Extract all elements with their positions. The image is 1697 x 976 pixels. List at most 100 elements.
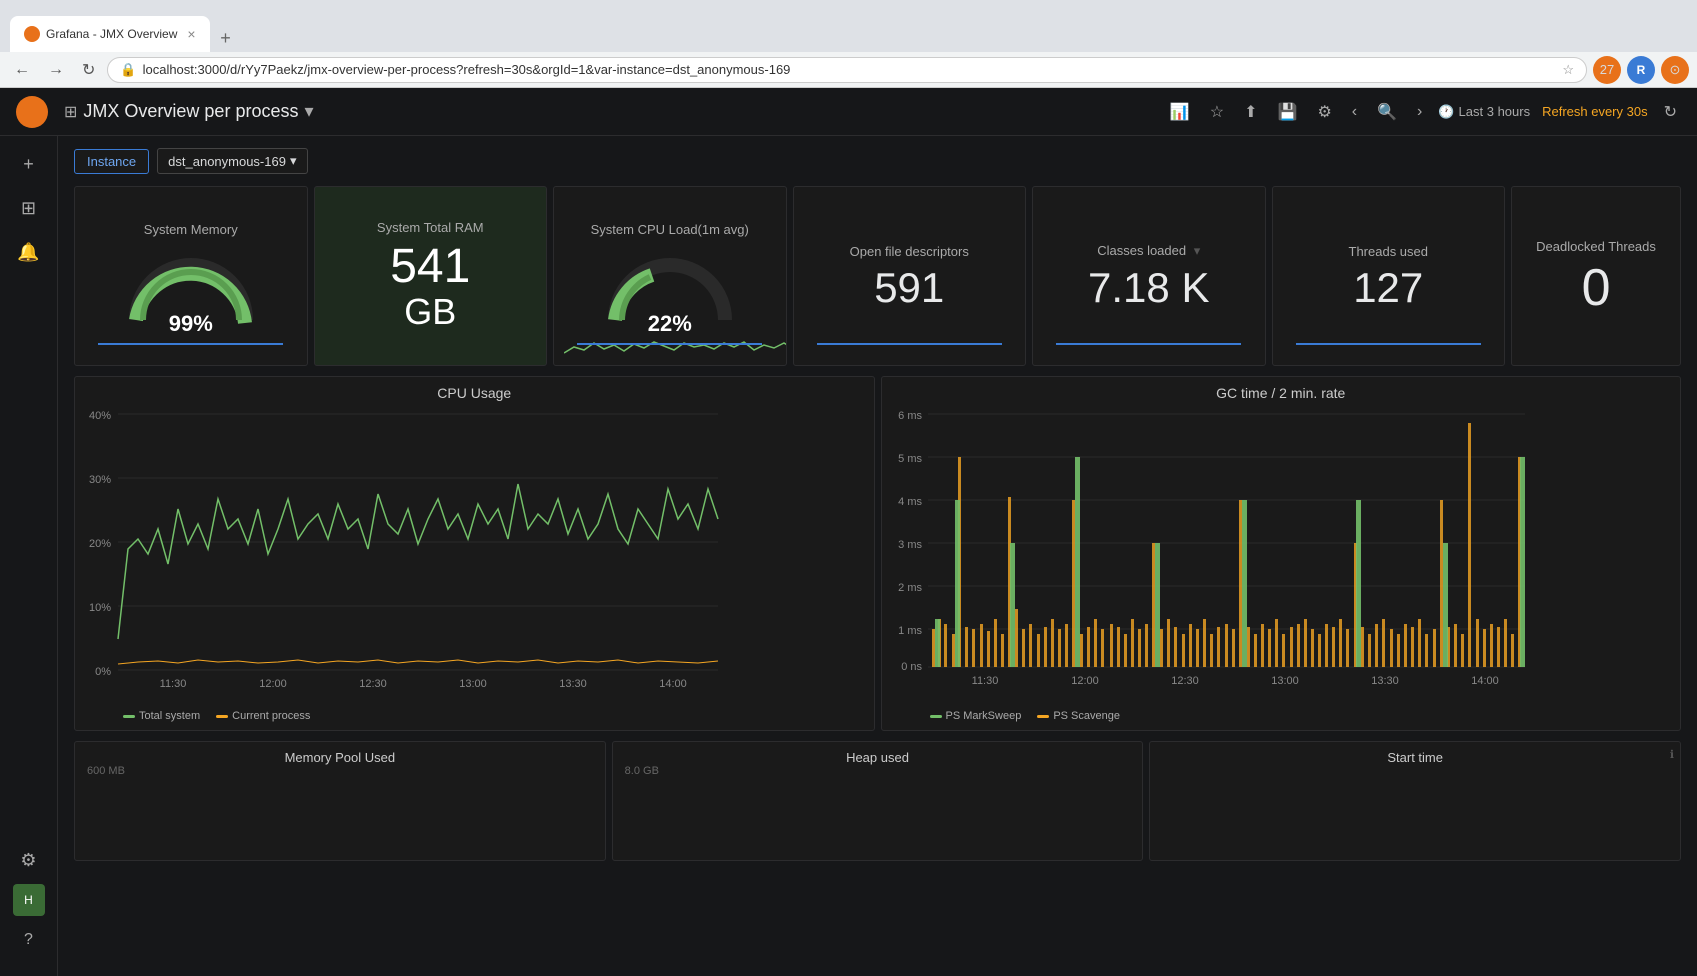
legend-total-system-dot — [123, 715, 135, 718]
url-input[interactable] — [143, 62, 1557, 77]
system-cpu-load-title: System CPU Load(1m avg) — [591, 222, 749, 237]
threads-used-title: Threads used — [1349, 244, 1429, 259]
open-file-descriptors-value: 591 — [874, 267, 944, 309]
svg-text:40%: 40% — [89, 410, 111, 422]
dashboard-grid-icon: ⊞ — [64, 102, 77, 122]
back-button[interactable]: ← — [8, 59, 36, 81]
grafana-logo[interactable] — [16, 96, 48, 128]
classes-loaded-info-icon[interactable]: ▾ — [1194, 243, 1201, 258]
search-button[interactable]: 🔍 — [1373, 98, 1401, 126]
system-memory-card: System Memory 99% — [74, 186, 308, 366]
user-avatar[interactable]: H — [13, 884, 45, 916]
svg-text:3 ms: 3 ms — [898, 539, 922, 551]
svg-text:11:30: 11:30 — [971, 675, 998, 687]
lock-icon: 🔒 — [120, 62, 136, 78]
next-button[interactable]: › — [1413, 99, 1426, 125]
start-time-title: Start time — [1158, 750, 1672, 765]
cpu-chart-legend: Total system Current process — [83, 710, 866, 722]
sidebar-item-dashboards[interactable]: ⊞ — [9, 188, 49, 228]
cpu-usage-title: CPU Usage — [83, 385, 866, 401]
share-button[interactable]: ⬆ — [1240, 98, 1261, 126]
sidebar-bottom: ⚙ H ? — [9, 840, 49, 968]
deadlocked-threads-card: Deadlocked Threads 0 — [1511, 186, 1681, 366]
browser-chrome: Grafana - JMX Overview × + — [0, 0, 1697, 52]
extensions-icon[interactable]: 27 — [1593, 56, 1621, 84]
legend-total-system: Total system — [123, 710, 200, 722]
sidebar-item-alerts[interactable]: 🔔 — [9, 232, 49, 272]
chrome-icon[interactable]: ⊙ — [1661, 56, 1689, 84]
svg-text:10%: 10% — [89, 602, 111, 614]
legend-ps-marksweep-label: PS MarkSweep — [946, 710, 1022, 722]
bookmark-icon[interactable]: ☆ — [1562, 62, 1574, 78]
memory-pool-panel: Memory Pool Used 600 MB — [74, 741, 606, 861]
cpu-usage-chart: 40% 30% 20% 10% 0% 11:30 — [83, 409, 723, 704]
legend-ps-marksweep-dot — [930, 715, 942, 718]
star-button[interactable]: ☆ — [1206, 98, 1228, 126]
cpu-usage-panel: CPU Usage 40% 30% 20% 10% 0% — [74, 376, 875, 731]
svg-text:14:00: 14:00 — [659, 678, 687, 690]
start-time-panel: ℹ Start time — [1149, 741, 1681, 861]
settings-button[interactable]: ⚙ — [1313, 98, 1335, 126]
instance-value: dst_anonymous-169 — [168, 154, 286, 169]
save-button[interactable]: 💾 — [1274, 98, 1302, 126]
tab-title: Grafana - JMX Overview — [46, 27, 177, 41]
svg-text:4 ms: 4 ms — [898, 496, 922, 508]
address-bar: 🔒 ☆ — [107, 57, 1587, 83]
header-actions: 📊 ☆ ⬆ 💾 ⚙ ‹ 🔍 › 🕐 Last 3 hours Refresh e… — [1166, 98, 1681, 126]
refresh-button[interactable]: ↻ — [1660, 98, 1681, 126]
new-tab-button[interactable]: + — [210, 24, 242, 52]
legend-ps-scavenge-dot — [1037, 715, 1049, 718]
sidebar-item-add[interactable]: + — [9, 144, 49, 184]
reload-button[interactable]: ↻ — [76, 58, 101, 82]
svg-text:14:00: 14:00 — [1471, 675, 1499, 687]
svg-text:0 ns: 0 ns — [901, 661, 922, 673]
classes-loaded-value: 7.18 K — [1088, 267, 1209, 309]
add-panel-button[interactable]: 📊 — [1166, 98, 1194, 126]
svg-text:12:00: 12:00 — [1071, 675, 1099, 687]
svg-text:13:00: 13:00 — [459, 678, 487, 690]
dropdown-arrow-icon[interactable]: ▾ — [304, 101, 313, 122]
instance-dropdown-icon: ▾ — [290, 153, 297, 169]
instance-tab[interactable]: Instance — [74, 149, 149, 174]
deadlocked-threads-title: Deadlocked Threads — [1536, 239, 1656, 254]
classes-line — [1056, 343, 1241, 345]
grafana-body: + ⊞ 🔔 ⚙ H ? Instance dst_anonymous-169 ▾ — [0, 136, 1697, 976]
gc-time-chart-area: 6 ms 5 ms 4 ms 3 ms 2 ms 1 ms 0 ns — [890, 409, 1673, 704]
forward-button[interactable]: → — [42, 59, 70, 81]
sidebar-item-help[interactable]: ? — [9, 920, 49, 960]
grafana-favicon — [24, 26, 40, 42]
system-memory-title: System Memory — [144, 222, 238, 237]
memory-pool-title: Memory Pool Used — [83, 750, 597, 765]
legend-current-process: Current process — [216, 710, 310, 722]
classes-loaded-title: Classes loaded ▾ — [1097, 243, 1200, 259]
cpu-sparkline — [564, 335, 787, 357]
legend-current-process-dot — [216, 715, 228, 718]
system-total-ram-card: System Total RAM 541 GB — [314, 186, 548, 366]
start-time-info-icon[interactable]: ℹ — [1670, 748, 1674, 761]
legend-ps-marksweep: PS MarkSweep — [930, 710, 1022, 722]
heap-used-panel: Heap used 8.0 GB — [612, 741, 1144, 861]
svg-text:0%: 0% — [95, 666, 111, 678]
svg-text:11:30: 11:30 — [160, 678, 187, 690]
tab-close-button[interactable]: × — [187, 26, 195, 42]
deadlocked-threads-value: 0 — [1582, 262, 1611, 314]
refresh-label[interactable]: Refresh every 30s — [1542, 104, 1648, 119]
sidebar-item-settings[interactable]: ⚙ — [9, 840, 49, 880]
svg-text:30%: 30% — [89, 474, 111, 486]
title-text: JMX Overview per process — [83, 101, 298, 122]
gc-time-panel: GC time / 2 min. rate 6 ms 5 ms 4 ms 3 m… — [881, 376, 1682, 731]
active-tab[interactable]: Grafana - JMX Overview × — [10, 16, 210, 52]
prev-button[interactable]: ‹ — [1348, 99, 1361, 125]
open-file-descriptors-title: Open file descriptors — [850, 244, 969, 259]
user-icon[interactable]: R — [1627, 56, 1655, 84]
instance-select[interactable]: dst_anonymous-169 ▾ — [157, 148, 307, 174]
heap-used-title: Heap used — [621, 750, 1135, 765]
heap-used-sub: 8.0 GB — [621, 765, 1135, 777]
dashboard-title: ⊞ JMX Overview per process ▾ — [64, 101, 1150, 122]
nav-icons: 27 R ⊙ — [1593, 56, 1689, 84]
browser-nav-bar: ← → ↻ 🔒 ☆ 27 R ⊙ — [0, 52, 1697, 88]
grafana-header: ⊞ JMX Overview per process ▾ 📊 ☆ ⬆ 💾 ⚙ ‹… — [0, 88, 1697, 136]
time-range-picker[interactable]: 🕐 Last 3 hours — [1438, 104, 1530, 120]
system-total-ram-title: System Total RAM — [377, 220, 484, 235]
charts-row: CPU Usage 40% 30% 20% 10% 0% — [74, 376, 1681, 731]
